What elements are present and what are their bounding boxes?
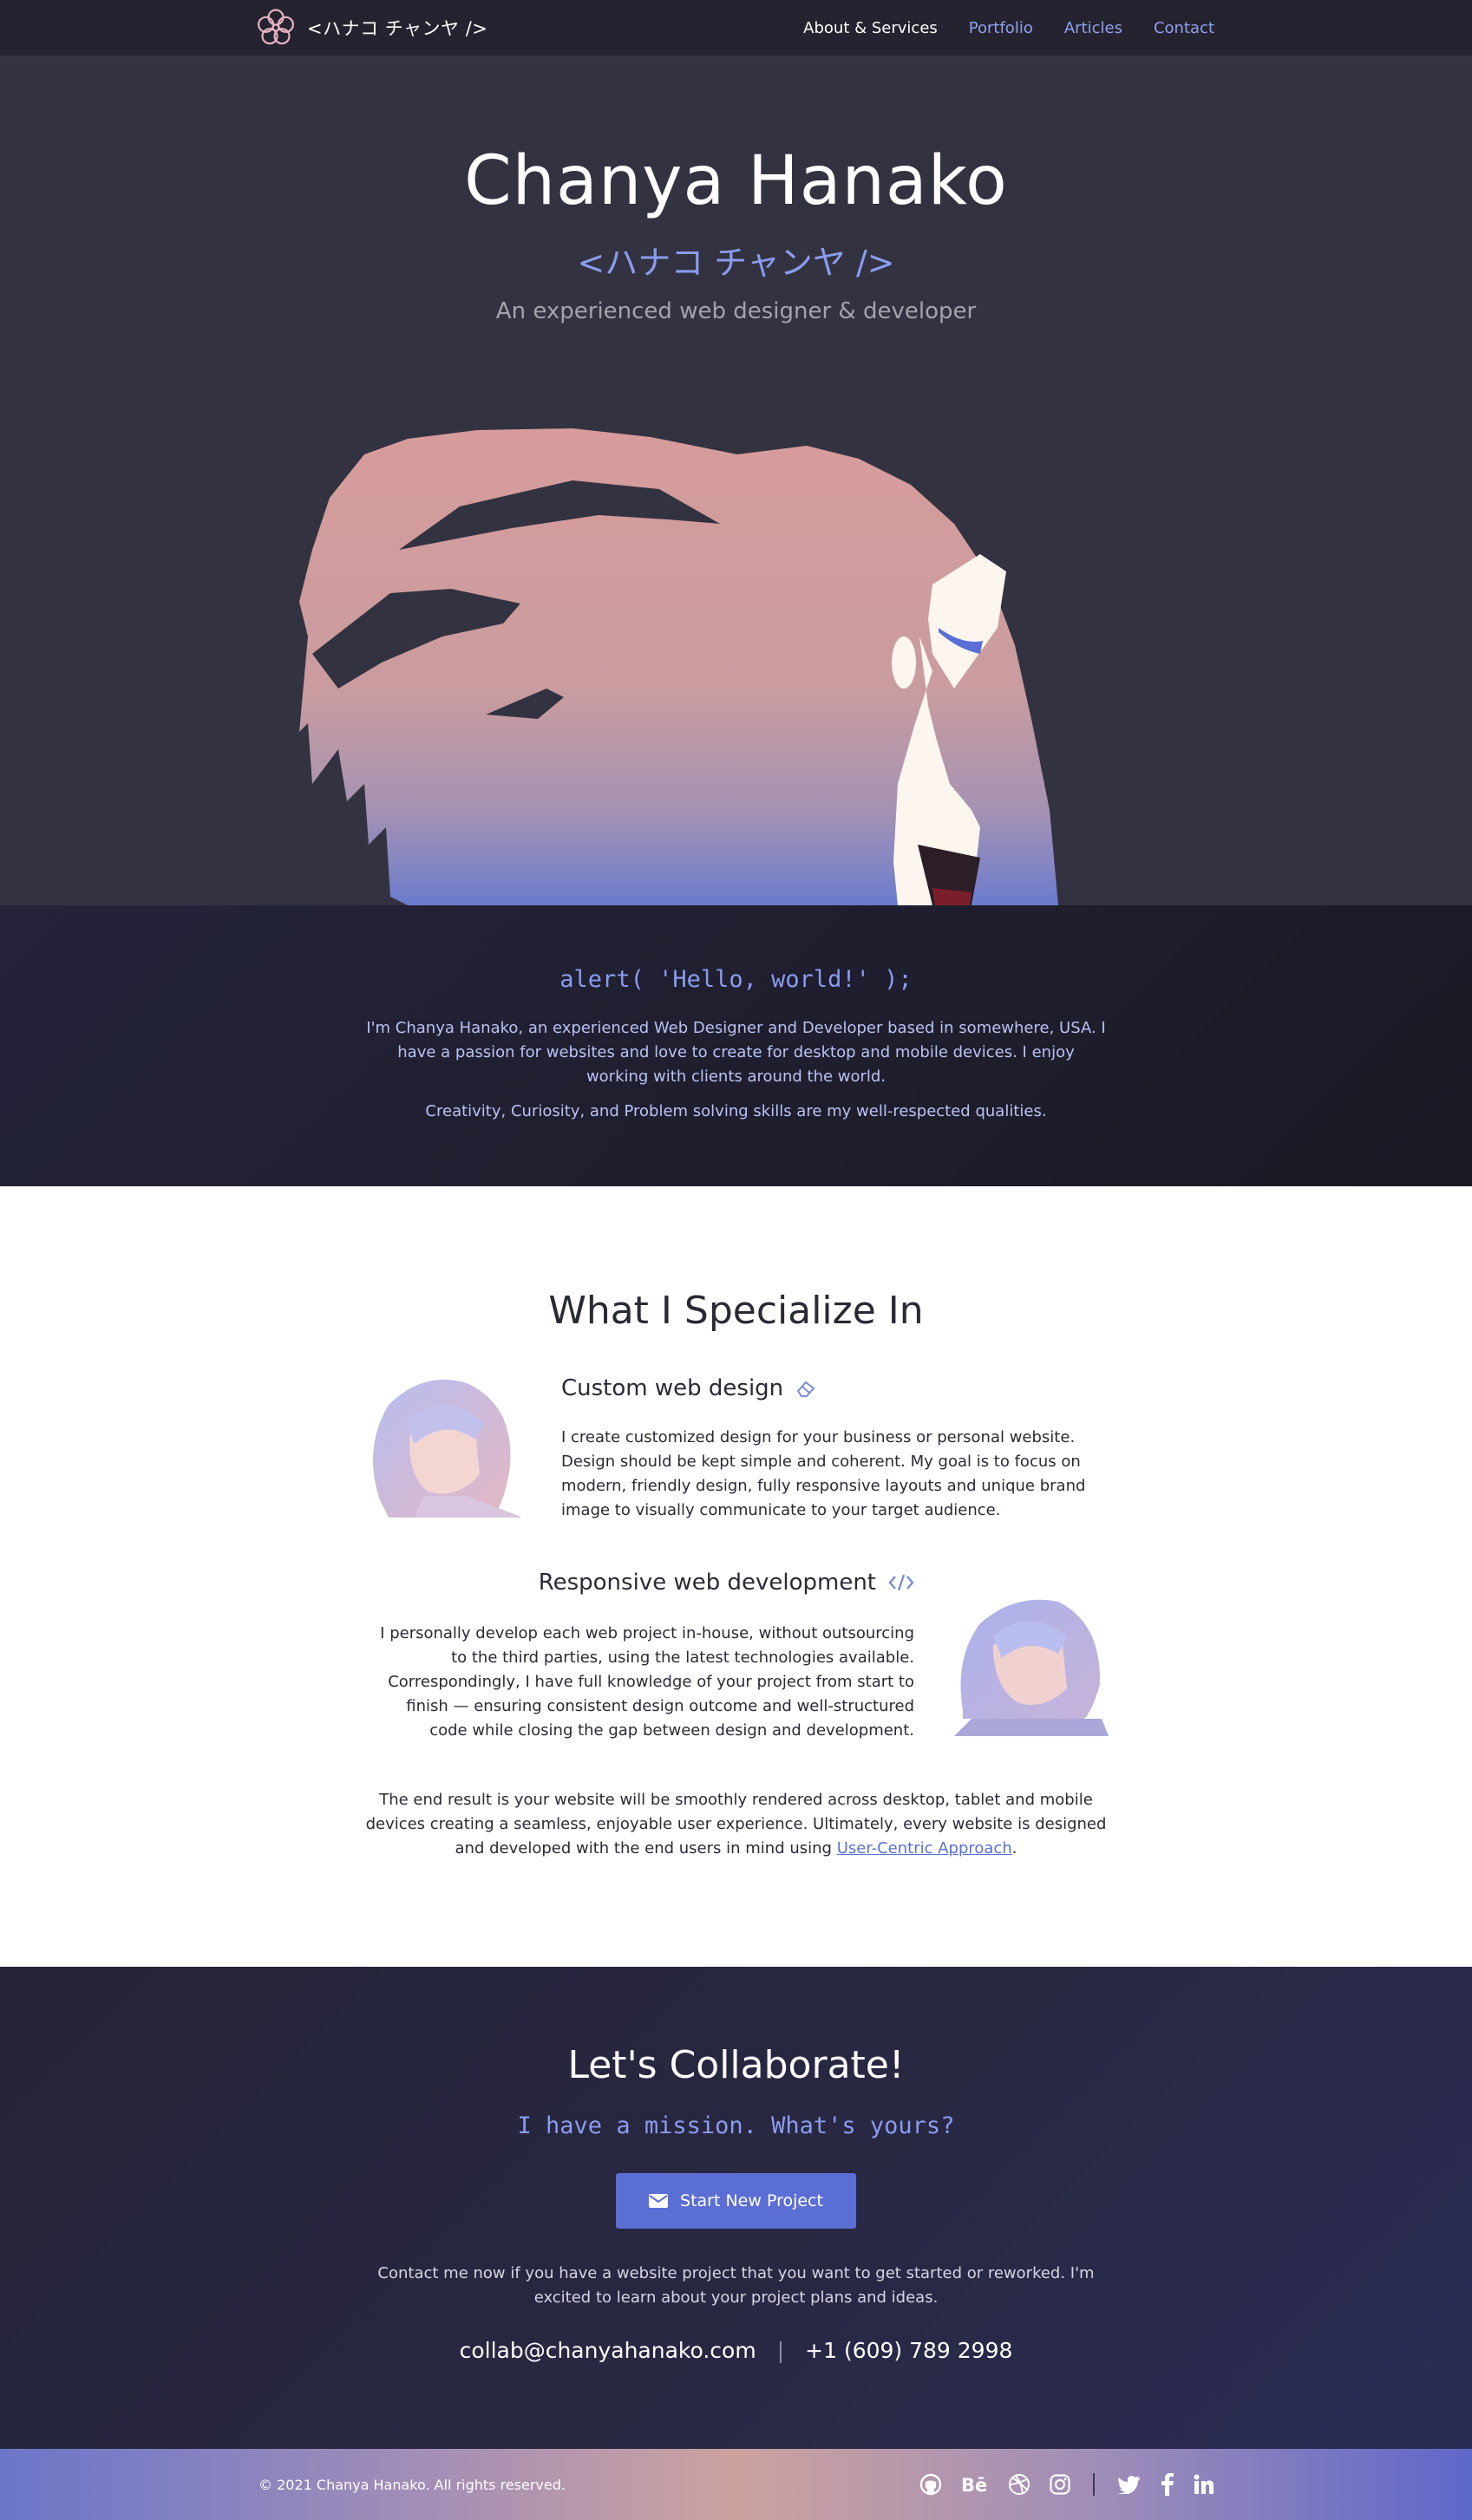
footer-social-links: Bē [919, 2449, 1214, 2520]
hero-illustration [299, 428, 1058, 905]
hero-section: Chanya Hanako <ハナコ チャンヤ /> An experience… [0, 55, 1472, 905]
social-divider [1093, 2473, 1095, 2496]
instagram-icon[interactable] [1050, 2474, 1070, 2495]
collaborate-section: Let's Collaborate! I have a mission. Wha… [0, 1967, 1472, 2449]
result-end: . [1011, 1839, 1017, 1857]
intro-code: alert( 'Hello, world!' ); [559, 966, 913, 993]
developer-illustration [954, 1599, 1109, 1736]
svg-text:Bē: Bē [961, 2475, 987, 2494]
intro-paragraph: I'm Chanya Hanako, an experienced Web De… [366, 1019, 1106, 1086]
collab-title: Let's Collaborate! [567, 2043, 905, 2087]
footer-copyright: © 2021 Chanya Hanako. All rights reserve… [258, 2476, 566, 2493]
card-dev-title: Responsive web development [539, 1570, 914, 1596]
top-navbar: <ハナコ チャンヤ /> About & Services Portfolio … [0, 0, 1472, 55]
hero-tagline: An experienced web designer & developer [495, 298, 977, 324]
twitter-icon[interactable] [1117, 2475, 1142, 2494]
nav-links: About & Services Portfolio Articles Cont… [803, 19, 1214, 37]
start-project-label: Start New Project [680, 2191, 823, 2210]
dribbble-icon[interactable] [1008, 2473, 1030, 2496]
contact-phone[interactable]: +1 (609) 789 2998 [805, 2338, 1012, 2363]
navbar-container: <ハナコ チャンヤ /> About & Services Portfolio … [255, 0, 1214, 55]
linkedin-icon[interactable] [1194, 2474, 1214, 2495]
card-design-title-text: Custom web design [561, 1375, 784, 1401]
nav-link-articles[interactable]: Articles [1064, 19, 1122, 37]
card-design-text: I create customized design for your busi… [561, 1428, 1086, 1519]
github-icon[interactable] [919, 2473, 942, 2496]
behance-icon[interactable]: Bē [961, 2475, 989, 2494]
specialize-title: What I Specialize In [548, 1289, 924, 1333]
user-centric-link[interactable]: User-Centric Approach [837, 1839, 1012, 1857]
facebook-icon[interactable] [1161, 2473, 1174, 2496]
logo-text[interactable]: <ハナコ チャンヤ /> [307, 15, 487, 41]
nav-link-contact[interactable]: Contact [1154, 19, 1214, 37]
intro-qualities: Creativity, Curiosity, and Problem solvi… [425, 1102, 1047, 1120]
specialize-section: What I Specialize In Custom web design I… [0, 1186, 1472, 1967]
start-project-button[interactable]: Start New Project [616, 2173, 856, 2229]
hero-name: Chanya Hanako [464, 142, 1008, 220]
card-design-title: Custom web design [561, 1375, 816, 1401]
design-illustration [373, 1379, 520, 1518]
footer: © 2021 Chanya Hanako. All rights reserve… [0, 2449, 1472, 2520]
nav-link-about[interactable]: About & Services [803, 19, 938, 37]
result-paragraph: The end result is your website will be s… [364, 1788, 1108, 1861]
hero-jp-name: <ハナコ チャンヤ /> [577, 244, 895, 282]
contact-email[interactable]: collab@chanyahanako.com [460, 2338, 756, 2363]
contact-line: collab@chanyahanako.com | +1 (609) 789 2… [0, 2338, 1472, 2363]
flower-logo-icon[interactable] [255, 7, 297, 49]
card-dev-title-text: Responsive web development [538, 1570, 876, 1596]
eraser-icon [796, 1381, 815, 1397]
contact-separator: | [776, 2338, 785, 2363]
code-icon [888, 1574, 914, 1591]
collab-text: Contact me now if you have a website pro… [377, 2264, 1095, 2307]
collab-mission: I have a mission. What's yours? [517, 2112, 955, 2139]
nav-link-portfolio[interactable]: Portfolio [969, 19, 1033, 37]
intro-section: alert( 'Hello, world!' ); I'm Chanya Han… [0, 905, 1472, 1186]
envelope-icon [649, 2194, 669, 2208]
card-dev-text: I personally develop each web project in… [380, 1624, 914, 1740]
